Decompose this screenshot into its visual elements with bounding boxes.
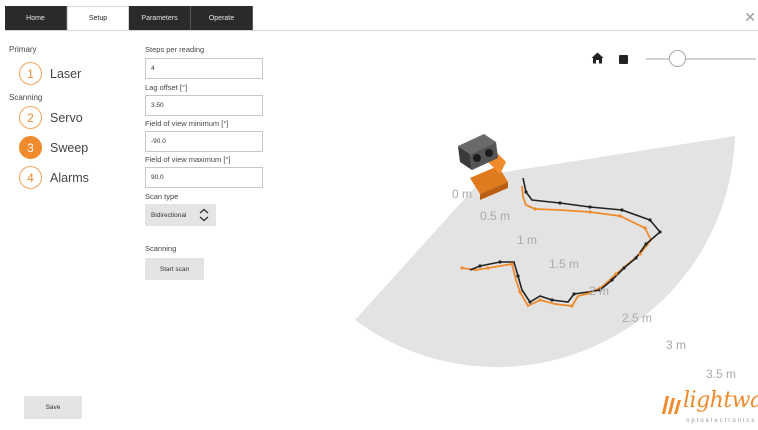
distance-label: 0.5 m (480, 209, 511, 223)
scan-area (355, 136, 735, 368)
distance-label: 1 m (517, 233, 538, 247)
distance-label: 0 m (452, 187, 473, 201)
distance-label: 3 m (666, 338, 687, 352)
scan-plot (355, 134, 735, 368)
distance-label: 2 m (589, 284, 610, 298)
logo-mark-icon (662, 396, 681, 414)
distance-label: 2.5 m (622, 311, 653, 325)
logo-wordmark: lightware (683, 388, 758, 413)
distance-label: 3.5 m (706, 367, 737, 381)
distance-label: 1.5 m (549, 257, 580, 271)
logo-subtitle: optoelectronics (686, 418, 757, 424)
